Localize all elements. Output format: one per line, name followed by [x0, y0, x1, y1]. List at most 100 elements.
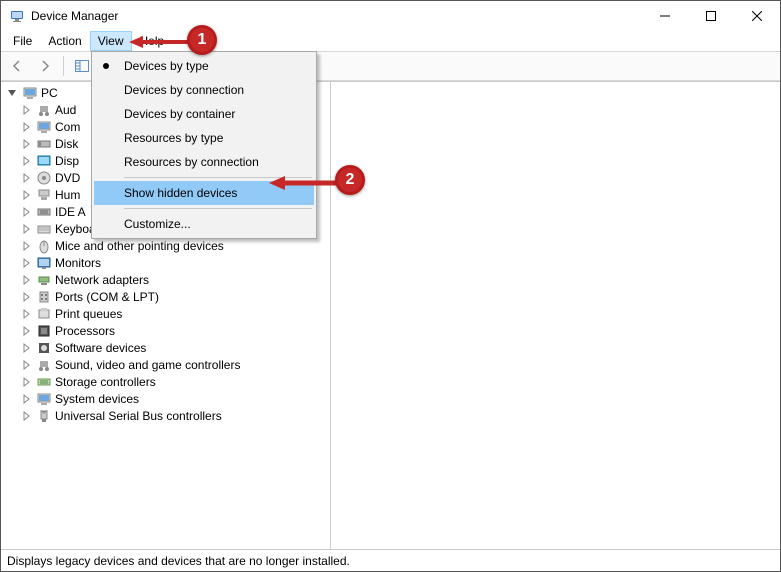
expand-icon[interactable] [19, 205, 33, 219]
tree-node[interactable]: Processors [15, 322, 330, 339]
expand-icon[interactable] [19, 324, 33, 338]
tree-node-label: Monitors [55, 256, 101, 270]
expand-icon[interactable] [19, 188, 33, 202]
menu-action[interactable]: Action [40, 31, 89, 51]
window-title: Device Manager [31, 9, 642, 23]
device-category-icon [36, 391, 52, 407]
detail-pane [331, 82, 780, 549]
tree-node[interactable]: Ports (COM & LPT) [15, 288, 330, 305]
tree-node-label: Mice and other pointing devices [55, 239, 224, 253]
device-category-icon [36, 136, 52, 152]
expand-icon[interactable] [19, 392, 33, 406]
expand-icon[interactable] [19, 273, 33, 287]
tree-node[interactable]: Print queues [15, 305, 330, 322]
back-button[interactable] [5, 54, 29, 78]
expand-icon[interactable] [19, 307, 33, 321]
app-icon [9, 8, 25, 24]
tree-node-label: Disp [55, 154, 79, 168]
tree-node-label: Disk [55, 137, 78, 151]
expand-icon[interactable] [19, 341, 33, 355]
device-category-icon [36, 340, 52, 356]
menu-file[interactable]: File [5, 31, 40, 51]
device-category-icon [36, 408, 52, 424]
menu-view[interactable]: View [90, 31, 132, 51]
toolbar-separator [63, 56, 64, 76]
titlebar: Device Manager [1, 1, 780, 31]
expand-icon[interactable] [19, 222, 33, 236]
expand-icon[interactable] [19, 375, 33, 389]
tree-node-label: IDE A [55, 205, 86, 219]
device-category-icon [36, 238, 52, 254]
dd-devices-by-type[interactable]: Devices by type [94, 54, 314, 78]
maximize-button[interactable] [688, 1, 734, 31]
expand-icon[interactable] [19, 171, 33, 185]
tree-node[interactable]: Software devices [15, 339, 330, 356]
close-button[interactable] [734, 1, 780, 31]
tree-node[interactable]: Monitors [15, 254, 330, 271]
device-category-icon [36, 306, 52, 322]
tree-node[interactable]: Sound, video and game controllers [15, 356, 330, 373]
dropdown-separator [124, 208, 312, 209]
tree-node-label: Network adapters [55, 273, 149, 287]
tree-node-label: System devices [55, 392, 139, 406]
expand-icon[interactable] [19, 239, 33, 253]
device-category-icon [36, 170, 52, 186]
dropdown-separator [124, 177, 312, 178]
device-category-icon [36, 272, 52, 288]
dd-customize[interactable]: Customize... [94, 212, 314, 236]
annotation-badge-1: 1 [187, 25, 217, 55]
expand-icon[interactable] [19, 103, 33, 117]
tree-node-label: Ports (COM & LPT) [55, 290, 159, 304]
badge-label: 1 [198, 31, 207, 49]
dd-devices-by-connection[interactable]: Devices by connection [94, 78, 314, 102]
device-category-icon [36, 289, 52, 305]
dd-label: Show hidden devices [124, 186, 237, 200]
expand-icon[interactable] [19, 137, 33, 151]
dd-resources-by-type[interactable]: Resources by type [94, 126, 314, 150]
dd-label: Devices by container [124, 107, 235, 121]
tree-node-label: DVD [55, 171, 80, 185]
expand-icon[interactable] [19, 154, 33, 168]
device-category-icon [36, 323, 52, 339]
expand-icon[interactable] [19, 409, 33, 423]
radio-dot-icon [103, 63, 109, 69]
dd-label: Devices by connection [124, 83, 244, 97]
status-text: Displays legacy devices and devices that… [7, 554, 350, 568]
device-category-icon [36, 374, 52, 390]
tree-root-label: PC [41, 86, 58, 100]
expand-icon[interactable] [19, 290, 33, 304]
tree-node-label: Print queues [55, 307, 122, 321]
dd-label: Devices by type [124, 59, 209, 73]
device-category-icon [36, 255, 52, 271]
tree-node[interactable]: Universal Serial Bus controllers [15, 407, 330, 424]
tree-node-label: Processors [55, 324, 115, 338]
expand-icon[interactable] [19, 358, 33, 372]
device-category-icon [36, 102, 52, 118]
tree-node-label: Aud [55, 103, 76, 117]
dd-resources-by-connection[interactable]: Resources by connection [94, 150, 314, 174]
menubar: File Action View Help [1, 31, 780, 51]
tree-node[interactable]: Network adapters [15, 271, 330, 288]
tree-node-label: Storage controllers [55, 375, 156, 389]
device-category-icon [36, 221, 52, 237]
device-category-icon [36, 153, 52, 169]
window-controls [642, 1, 780, 31]
expand-icon[interactable] [19, 256, 33, 270]
expand-icon[interactable] [19, 120, 33, 134]
forward-button[interactable] [33, 54, 57, 78]
tree-node[interactable]: System devices [15, 390, 330, 407]
expand-icon[interactable] [5, 86, 19, 100]
tree-node[interactable]: Mice and other pointing devices [15, 237, 330, 254]
tree-node[interactable]: Storage controllers [15, 373, 330, 390]
menu-help[interactable]: Help [132, 31, 173, 51]
badge-label: 2 [346, 171, 355, 189]
dd-devices-by-container[interactable]: Devices by container [94, 102, 314, 126]
dd-label: Resources by connection [124, 155, 259, 169]
tree-node-label: Universal Serial Bus controllers [55, 409, 222, 423]
view-dropdown: Devices by type Devices by connection De… [91, 51, 317, 239]
device-category-icon [36, 357, 52, 373]
computer-icon [22, 85, 38, 101]
dd-show-hidden-devices[interactable]: Show hidden devices [94, 181, 314, 205]
minimize-button[interactable] [642, 1, 688, 31]
annotation-badge-2: 2 [335, 165, 365, 195]
